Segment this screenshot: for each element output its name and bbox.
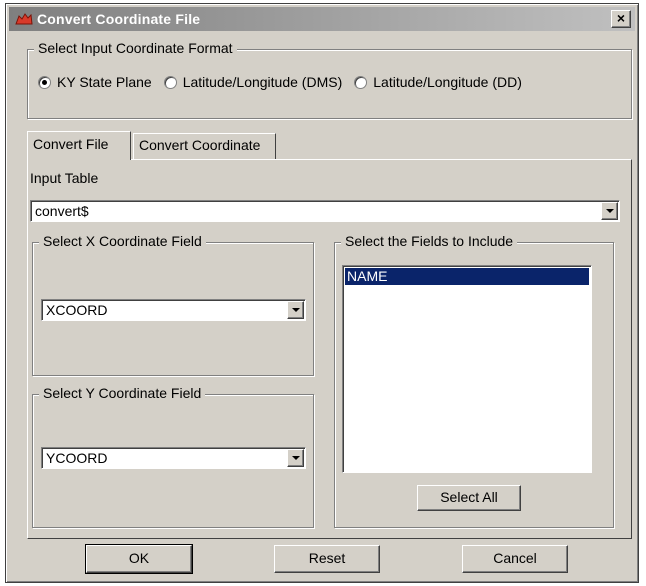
tab-convert-coordinate-label: Convert Coordinate bbox=[139, 137, 261, 153]
input-table-value: convert$ bbox=[35, 203, 89, 219]
title-bar[interactable]: Convert Coordinate File × bbox=[9, 7, 635, 31]
radio-button[interactable] bbox=[163, 75, 177, 89]
reset-button[interactable]: Reset bbox=[274, 545, 380, 573]
radio-button[interactable] bbox=[354, 75, 368, 89]
y-coordinate-group: Select Y Coordinate Field YCOORD bbox=[32, 385, 314, 528]
radio-label-lat-long-dms: Latitude/Longitude (DMS) bbox=[182, 74, 343, 90]
cancel-button[interactable]: Cancel bbox=[462, 545, 568, 573]
ok-button[interactable]: OK bbox=[85, 544, 193, 574]
x-coordinate-dropdown[interactable]: XCOORD bbox=[41, 299, 306, 321]
y-coordinate-value: YCOORD bbox=[46, 450, 108, 466]
reset-label: Reset bbox=[308, 550, 346, 566]
tab-convert-coordinate[interactable]: Convert Coordinate bbox=[133, 133, 276, 159]
window-title: Convert Coordinate File bbox=[37, 11, 201, 27]
chevron-down-icon[interactable] bbox=[287, 301, 304, 319]
x-coordinate-value: XCOORD bbox=[46, 302, 108, 318]
format-radio-row: KY State Plane Latitude/Longitude (DMS) … bbox=[38, 74, 534, 90]
close-button[interactable]: × bbox=[611, 10, 631, 28]
x-coordinate-group: Select X Coordinate Field XCOORD bbox=[32, 233, 314, 376]
list-item-label: NAME bbox=[347, 268, 388, 284]
radio-ky-state-plane[interactable]: KY State Plane bbox=[38, 74, 152, 90]
radio-lat-long-dd[interactable]: Latitude/Longitude (DD) bbox=[354, 74, 522, 90]
y-coordinate-group-label: Select Y Coordinate Field bbox=[39, 385, 206, 401]
select-all-label: Select All bbox=[440, 489, 498, 505]
radio-button-checked[interactable] bbox=[38, 75, 51, 89]
tab-convert-file[interactable]: Convert File bbox=[27, 131, 131, 160]
list-item[interactable]: NAME bbox=[345, 268, 589, 285]
radio-label-lat-long-dd: Latitude/Longitude (DD) bbox=[373, 74, 522, 90]
y-coordinate-dropdown[interactable]: YCOORD bbox=[41, 447, 306, 469]
radio-lat-long-dms[interactable]: Latitude/Longitude (DMS) bbox=[163, 74, 343, 90]
input-table-dropdown[interactable]: convert$ bbox=[30, 200, 620, 222]
close-icon: × bbox=[616, 10, 626, 26]
app-icon bbox=[15, 12, 33, 26]
ok-label: OK bbox=[128, 550, 150, 566]
input-table-label: Input Table bbox=[30, 170, 99, 186]
convert-coordinate-file-dialog: Convert Coordinate File × Select Input C… bbox=[5, 3, 639, 583]
chevron-down-icon[interactable] bbox=[601, 202, 618, 220]
input-format-group: Select Input Coordinate Format KY State … bbox=[27, 40, 632, 119]
select-all-button[interactable]: Select All bbox=[417, 485, 521, 511]
fields-to-include-group: Select the Fields to Include NAME Select… bbox=[334, 233, 614, 528]
fields-to-include-group-label: Select the Fields to Include bbox=[341, 233, 518, 249]
chevron-down-icon[interactable] bbox=[287, 449, 304, 467]
input-format-group-label: Select Input Coordinate Format bbox=[34, 40, 237, 56]
tab-convert-file-label: Convert File bbox=[33, 136, 109, 152]
radio-label-ky-state-plane: KY State Plane bbox=[57, 74, 152, 90]
x-coordinate-group-label: Select X Coordinate Field bbox=[39, 233, 206, 249]
fields-listbox[interactable]: NAME bbox=[342, 265, 592, 473]
tab-panel-convert-file: Input Table convert$ Select X Coordinate… bbox=[27, 159, 632, 539]
cancel-label: Cancel bbox=[493, 550, 537, 566]
